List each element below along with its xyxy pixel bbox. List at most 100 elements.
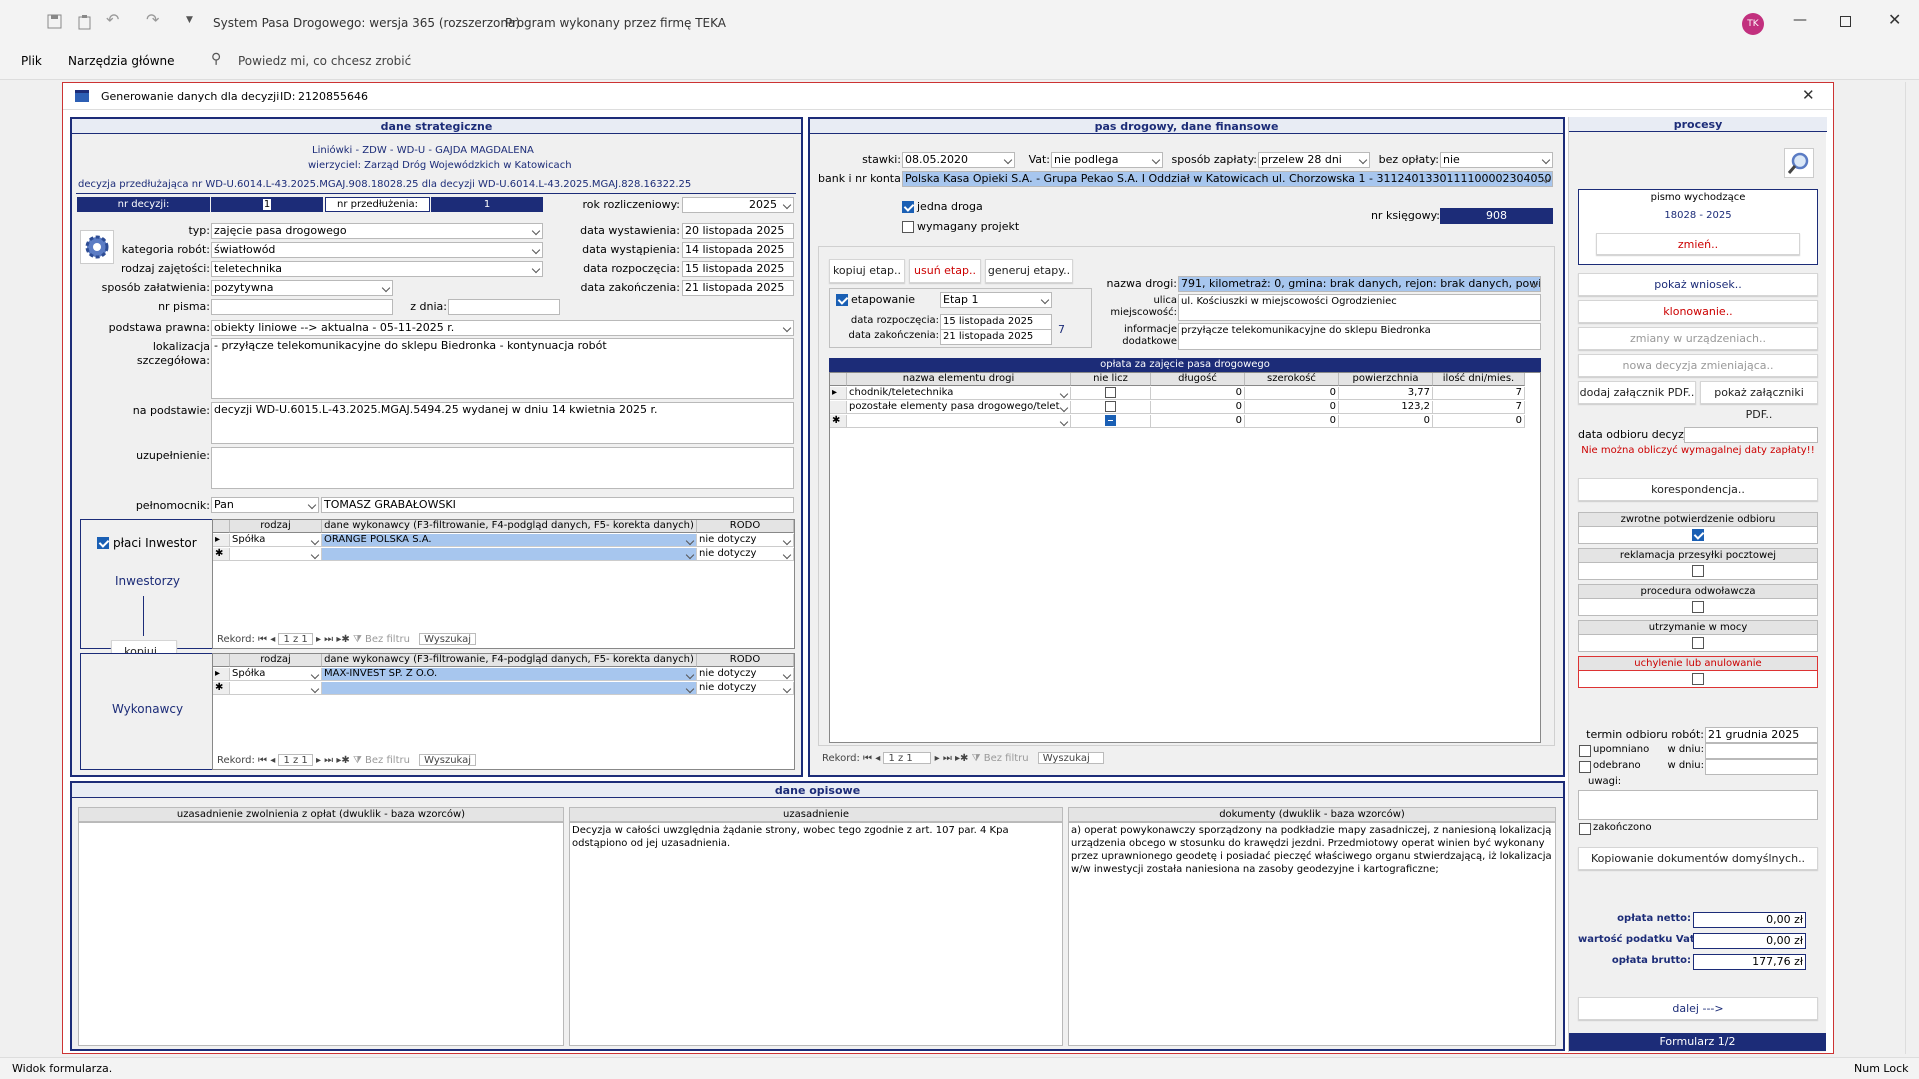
inv-nav-position[interactable]: 1 z 1	[278, 633, 313, 645]
uzupelnienie-textarea[interactable]	[211, 447, 794, 489]
etap-zak-input[interactable]: 21 listopada 2025	[940, 329, 1052, 345]
uzasadnienie-zwolnienia-textarea[interactable]	[78, 822, 564, 1046]
wyk-row-rodzaj[interactable]: Spółka	[230, 668, 322, 681]
etap-select[interactable]: Etap 1	[940, 292, 1052, 308]
form-close-icon[interactable]: ✕	[1802, 86, 1815, 104]
last-record-icon[interactable]: ⏭	[324, 634, 336, 645]
wyk-new-dane[interactable]	[322, 682, 697, 695]
ulica-input[interactable]: ul. Kościuszki w miejscowości Ogrodzieni…	[1178, 294, 1541, 321]
oplata-nav-filter[interactable]: Bez filtru	[984, 753, 1029, 764]
filter-icon[interactable]: ⧩	[972, 753, 984, 764]
menu-home[interactable]: Narzędzia główne	[68, 54, 175, 68]
nie-licz-checkbox[interactable]	[1105, 401, 1116, 412]
vat-select[interactable]: nie podlega	[1051, 152, 1163, 168]
next-record-icon[interactable]: ▸	[935, 753, 943, 764]
save-icon[interactable]	[47, 14, 63, 30]
inv-row-rodo[interactable]: nie dotyczy	[697, 534, 794, 547]
wyk-new-selector[interactable]: ✱	[213, 682, 230, 695]
podstawa-select[interactable]: obiekty liniowe --> aktualna - 05-11-202…	[211, 320, 794, 336]
data-wyst-input[interactable]: 20 listopada 2025	[682, 223, 794, 239]
stawki-select[interactable]: 08.05.2020	[902, 152, 1015, 168]
generuj-etapy-button[interactable]: generuj etapy..	[985, 259, 1073, 283]
minimize-icon[interactable]: —	[1793, 12, 1807, 28]
oplata-new-ilosc-dni[interactable]: 0	[1433, 415, 1525, 428]
oplata-row-dlugosc[interactable]: 0	[1151, 387, 1245, 400]
oplata-nav-position[interactable]: 1 z 1	[883, 752, 932, 764]
filter-icon[interactable]: ⧩	[353, 755, 365, 766]
data-wystap-input[interactable]: 14 listopada 2025	[682, 242, 794, 258]
data-odbioru-input[interactable]	[1684, 427, 1818, 443]
oplata-row-szerokosc[interactable]: 0	[1245, 401, 1339, 414]
oplata-row-ilosc-dni[interactable]: 7	[1433, 401, 1525, 414]
zakonczono-checkbox[interactable]	[1579, 823, 1591, 835]
inv-new-rodzaj[interactable]	[230, 548, 322, 561]
nazwa-drogi-select[interactable]: 791, kilometraż: 0, gmina: brak danych, …	[1178, 276, 1541, 292]
search-icon[interactable]: ⚲	[211, 51, 221, 67]
nie-licz-checkbox[interactable]	[1105, 387, 1116, 398]
inv-nav-search[interactable]: Wyszukaj	[419, 633, 477, 645]
nr-przedluzenia-field[interactable]: 1	[431, 197, 543, 212]
odebrano-date-input[interactable]	[1705, 759, 1818, 775]
inv-new-selector[interactable]: ✱	[213, 548, 230, 561]
reklamacja-checkbox[interactable]	[1692, 565, 1704, 577]
etapowanie-checkbox[interactable]	[836, 294, 848, 306]
next-record-icon[interactable]: ▸	[316, 634, 324, 645]
last-record-icon[interactable]: ⏭	[324, 755, 336, 766]
kategoria-select[interactable]: światłowód	[211, 242, 543, 258]
jedna-droga-checkbox[interactable]	[902, 201, 914, 213]
wyk-new-rodzaj[interactable]	[230, 682, 322, 695]
prev-record-icon[interactable]: ◂	[875, 753, 883, 764]
avatar[interactable]: TK	[1742, 13, 1764, 35]
new-record-icon[interactable]: ▸✱	[955, 753, 972, 764]
tell-me-search[interactable]: Powiedz mi, co chcesz zrobić	[238, 54, 411, 68]
close-icon[interactable]: ✕	[1888, 10, 1901, 29]
prev-record-icon[interactable]: ◂	[270, 634, 278, 645]
rodzaj-select[interactable]: teletechnika	[211, 261, 543, 277]
prev-record-icon[interactable]: ◂	[270, 755, 278, 766]
nowa-decyzja-button[interactable]: nowa decyzja zmieniająca..	[1578, 354, 1818, 377]
klonowanie-button[interactable]: klonowanie..	[1578, 300, 1818, 323]
kopiowanie-button[interactable]: Kopiowanie dokumentów domyślnych..	[1578, 847, 1818, 870]
menu-file[interactable]: Plik	[21, 54, 42, 68]
sposob-select[interactable]: pozytywna	[211, 280, 393, 296]
pelnomocnik-name-input[interactable]: TOMASZ GRABAŁOWSKI	[321, 497, 794, 513]
oplata-row-nie-licz[interactable]	[1071, 387, 1151, 400]
uwagi-input[interactable]	[1578, 790, 1818, 820]
z-dnia-input[interactable]	[448, 299, 560, 315]
data-zak-input[interactable]: 21 listopada 2025	[682, 280, 794, 296]
first-record-icon[interactable]: ⏮	[258, 634, 270, 645]
odebrano-checkbox[interactable]	[1579, 761, 1591, 773]
lokalizacja-textarea[interactable]: - przyłącze telekomunikacyjne do sklepu …	[211, 338, 794, 399]
na-podstawie-textarea[interactable]: decyzji WD-U.6015.L-43.2025.MGAJ.5494.25…	[211, 402, 794, 444]
nr-decyzji-field[interactable]: 1	[211, 197, 323, 212]
oplata-row-ilosc-dni[interactable]: 7	[1433, 387, 1525, 400]
wyk-row-dane[interactable]: MAX-INVEST SP. Z O.O.	[322, 668, 697, 681]
dodaj-zalacznik-button[interactable]: dodaj załącznik PDF..	[1578, 381, 1696, 404]
inv-new-rodo[interactable]: nie dotyczy	[697, 548, 794, 561]
nie-licz-indeterminate-checkbox[interactable]	[1105, 415, 1116, 426]
oplata-new-szerokosc[interactable]: 0	[1245, 415, 1339, 428]
last-record-icon[interactable]: ⏭	[943, 753, 955, 764]
upomniano-date-input[interactable]	[1705, 743, 1818, 759]
wyk-row-selector[interactable]: ▸	[213, 668, 230, 681]
oplata-new-nazwa[interactable]	[847, 415, 1071, 428]
first-record-icon[interactable]: ⏮	[258, 755, 270, 766]
oplata-nav-search[interactable]: Wyszukaj	[1037, 752, 1104, 764]
oplata-new-selector[interactable]: ✱	[830, 415, 847, 428]
inv-nav-filter[interactable]: Bez filtru	[365, 634, 410, 645]
inv-row-rodzaj[interactable]: Spółka	[230, 534, 322, 547]
oplata-row-dlugosc[interactable]: 0	[1151, 401, 1245, 414]
oplata-row-selector[interactable]	[830, 401, 847, 414]
redo-icon[interactable]: ↷	[146, 10, 159, 29]
paste-icon[interactable]	[77, 14, 93, 30]
oplata-new-nie-licz[interactable]	[1071, 415, 1151, 428]
usun-etap-button[interactable]: usuń etap..	[909, 259, 981, 283]
new-record-icon[interactable]: ▸✱	[336, 634, 353, 645]
oplata-new-dlugosc[interactable]: 0	[1151, 415, 1245, 428]
wyk-new-rodo[interactable]: nie dotyczy	[697, 682, 794, 695]
quick-access-dropdown-icon[interactable]: ▼	[186, 15, 193, 25]
wyk-row-rodo[interactable]: nie dotyczy	[697, 668, 794, 681]
nr-pisma-input[interactable]	[211, 299, 393, 315]
rok-select[interactable]: 2025	[682, 197, 794, 213]
oplata-row-nazwa[interactable]: pozostałe elementy pasa drogowego/telet	[847, 401, 1071, 414]
